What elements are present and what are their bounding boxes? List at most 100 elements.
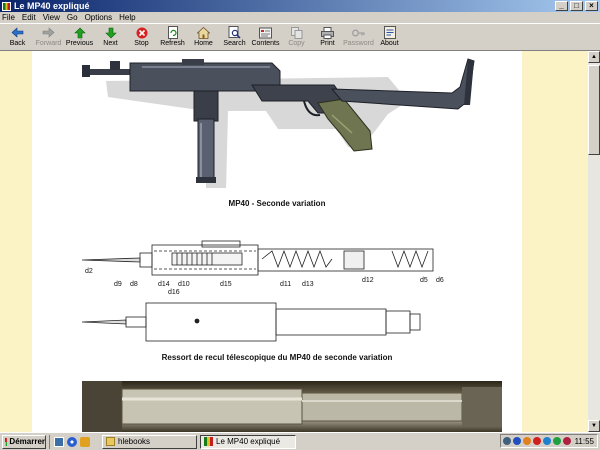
up-arrow-icon bbox=[73, 26, 87, 39]
refresh-icon bbox=[166, 26, 180, 39]
copy-button[interactable]: Copy bbox=[281, 24, 312, 47]
volume-icon[interactable] bbox=[513, 437, 521, 445]
home-label: Home bbox=[194, 40, 213, 47]
task-mp40[interactable]: Le MP40 expliqué bbox=[200, 434, 296, 449]
antivirus-icon[interactable] bbox=[533, 437, 541, 445]
menu-help[interactable]: Help bbox=[119, 13, 135, 22]
toolbar: Back Forward Previous Next Stop Refresh … bbox=[0, 23, 600, 51]
print-button[interactable]: Print bbox=[312, 24, 343, 47]
shield-icon[interactable] bbox=[543, 437, 551, 445]
home-button[interactable]: Home bbox=[188, 24, 219, 47]
update-icon[interactable] bbox=[523, 437, 531, 445]
document-page: MP40 - Seconde variation d2 d9 d8 d14 d1… bbox=[32, 51, 522, 432]
drawing-label-d2: d2 bbox=[85, 268, 93, 275]
recoil-spring-drawing: d2 d9 d8 d14 d10 d16 d15 d11 d13 d12 d5 … bbox=[82, 240, 444, 342]
messenger-icon[interactable] bbox=[553, 437, 561, 445]
media-icon[interactable] bbox=[80, 436, 90, 447]
menu-file[interactable]: File bbox=[2, 13, 15, 22]
next-button[interactable]: Next bbox=[95, 24, 126, 47]
forward-label: Forward bbox=[35, 40, 62, 47]
drawing-label-d8: d8 bbox=[130, 281, 138, 288]
about-label: About bbox=[380, 40, 399, 47]
stop-icon bbox=[135, 26, 149, 39]
vertical-scrollbar[interactable]: ▲ ▼ bbox=[588, 51, 600, 432]
drawing-label-d15: d15 bbox=[220, 281, 232, 288]
help-book-icon bbox=[204, 437, 213, 446]
network-icon[interactable] bbox=[503, 437, 511, 445]
system-tray: 11:55 bbox=[500, 434, 598, 448]
scroll-up-icon[interactable]: ▲ bbox=[588, 51, 600, 63]
print-icon bbox=[321, 26, 335, 39]
tools-icon[interactable] bbox=[563, 437, 571, 445]
title-bar: Le MP40 expliqué _ □ × bbox=[0, 0, 600, 12]
close-button[interactable]: × bbox=[585, 1, 598, 11]
back-label: Back bbox=[9, 40, 26, 47]
content-area: MP40 - Seconde variation d2 d9 d8 d14 d1… bbox=[0, 51, 588, 432]
gun-caption: MP40 - Seconde variation bbox=[228, 199, 326, 208]
about-icon bbox=[383, 26, 397, 39]
drawing-label-d5: d5 bbox=[420, 277, 428, 284]
search-button[interactable]: Search bbox=[219, 24, 250, 47]
print-label: Print bbox=[320, 40, 335, 47]
taskbar: Démarrer hlebooks Le MP40 expliqué 11:55 bbox=[0, 432, 600, 450]
search-icon bbox=[228, 26, 242, 39]
task-hlebooks-label: hlebooks bbox=[118, 437, 151, 446]
window-title: Le MP40 expliqué bbox=[14, 1, 90, 11]
start-button[interactable]: Démarrer bbox=[2, 434, 46, 449]
spring-photo bbox=[82, 381, 502, 432]
task-mp40-label: Le MP40 expliqué bbox=[216, 437, 281, 446]
clock[interactable]: 11:55 bbox=[575, 437, 594, 446]
app-icon bbox=[2, 1, 11, 11]
spring-photo-detail bbox=[82, 381, 502, 432]
copy-icon bbox=[290, 26, 304, 39]
contents-icon bbox=[259, 26, 273, 39]
password-button[interactable]: Password bbox=[343, 24, 374, 47]
refresh-label: Refresh bbox=[160, 40, 185, 47]
password-label: Password bbox=[343, 40, 374, 47]
drawing-label-d14: d14 bbox=[158, 281, 170, 288]
drawing-label-d11: d11 bbox=[280, 281, 291, 288]
spring-caption: Ressort de recul télescopique du MP40 de… bbox=[161, 353, 393, 362]
stop-button[interactable]: Stop bbox=[126, 24, 157, 47]
stop-label: Stop bbox=[134, 40, 149, 47]
drawing-label-d10: d10 bbox=[178, 281, 190, 288]
previous-label: Previous bbox=[65, 40, 94, 47]
drawing-label-d9: d9 bbox=[114, 281, 122, 288]
menu-edit[interactable]: Edit bbox=[22, 13, 36, 22]
contents-button[interactable]: Contents bbox=[250, 24, 281, 47]
drawing-label-d12: d12 bbox=[362, 277, 374, 284]
previous-button[interactable]: Previous bbox=[64, 24, 95, 47]
start-label: Démarrer bbox=[9, 437, 45, 446]
down-arrow-icon bbox=[104, 26, 118, 39]
menu-go[interactable]: Go bbox=[67, 13, 78, 22]
forward-button[interactable]: Forward bbox=[33, 24, 64, 47]
back-button[interactable]: Back bbox=[2, 24, 33, 47]
scroll-down-icon[interactable]: ▼ bbox=[588, 420, 600, 432]
menu-view[interactable]: View bbox=[43, 13, 60, 22]
about-button[interactable]: About bbox=[374, 24, 405, 47]
contents-label: Contents bbox=[251, 40, 280, 47]
quick-launch bbox=[49, 434, 99, 449]
forward-arrow-icon bbox=[42, 26, 56, 39]
browser-icon[interactable] bbox=[67, 436, 77, 447]
desktop-icon[interactable] bbox=[54, 436, 64, 447]
drawing-label-d16: d16 bbox=[168, 289, 180, 296]
drawing-label-d13: d13 bbox=[302, 281, 314, 288]
next-label: Next bbox=[103, 40, 118, 47]
task-hlebooks[interactable]: hlebooks bbox=[102, 434, 197, 449]
key-icon bbox=[352, 26, 366, 39]
drawing-label-d6: d6 bbox=[436, 277, 444, 284]
search-label: Search bbox=[223, 40, 246, 47]
menu-options[interactable]: Options bbox=[85, 13, 113, 22]
mp40-gun-image bbox=[82, 58, 475, 188]
windows-logo-icon bbox=[5, 437, 8, 446]
folder-icon bbox=[106, 437, 115, 446]
minimize-button[interactable]: _ bbox=[555, 1, 568, 11]
refresh-button[interactable]: Refresh bbox=[157, 24, 188, 47]
home-icon bbox=[197, 26, 211, 39]
menu-bar: File Edit View Go Options Help bbox=[0, 12, 600, 23]
scroll-thumb[interactable] bbox=[588, 65, 600, 155]
back-arrow-icon bbox=[11, 26, 25, 39]
copy-label: Copy bbox=[288, 40, 305, 47]
maximize-button[interactable]: □ bbox=[570, 1, 583, 11]
